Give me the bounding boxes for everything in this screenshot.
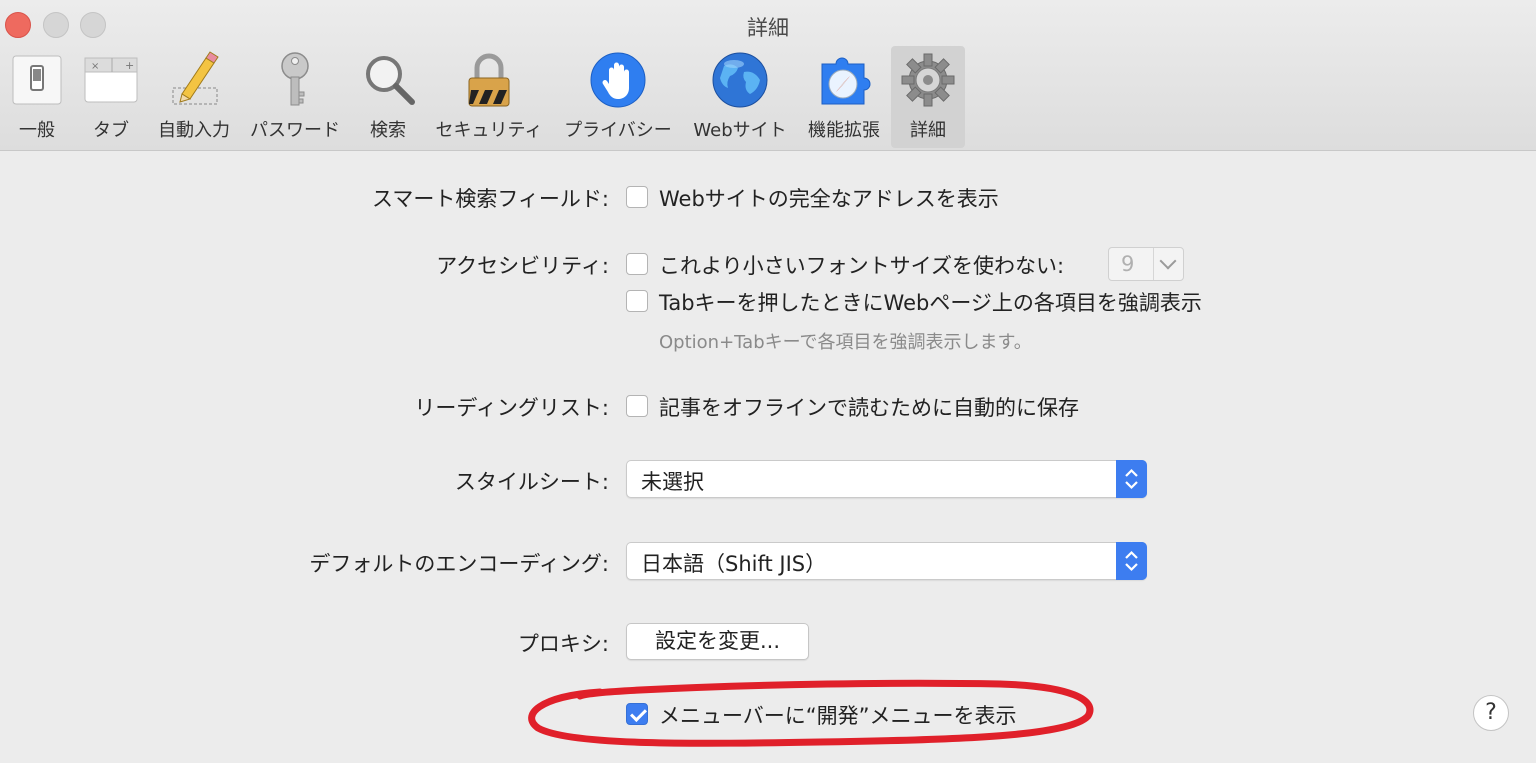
toolbar-label: 一般 xyxy=(19,120,55,141)
toolbar-item-advanced[interactable]: 詳細 xyxy=(891,46,965,148)
toolbar-item-search[interactable]: 検索 xyxy=(356,46,420,148)
svg-text:×: × xyxy=(91,61,99,72)
magnifier-icon xyxy=(366,56,415,105)
toolbar-item-websites[interactable]: Webサイト xyxy=(688,46,792,148)
change-settings-button[interactable]: 設定を変更... xyxy=(626,623,809,660)
toolbar-item-autofill[interactable]: 自動入力 xyxy=(153,46,235,148)
font-size-popup[interactable]: 9 xyxy=(1108,247,1184,281)
save-offline-text: 記事をオフラインで読むために自動的に保存 xyxy=(659,396,1079,420)
style-sheet-value: 未選択 xyxy=(641,470,704,494)
puzzle-compass-icon xyxy=(821,57,871,105)
style-sheet-label: スタイルシート: xyxy=(454,470,609,494)
show-develop-menu-text: メニューバーに“開発”メニューを表示 xyxy=(659,704,1017,728)
toolbar-label: Webサイト xyxy=(693,120,787,141)
switch-icon xyxy=(12,55,62,105)
toolbar-item-tabs[interactable]: × + タブ xyxy=(80,46,142,148)
show-full-address-text: Webサイトの完全なアドレスを表示 xyxy=(659,187,999,211)
divider xyxy=(1153,248,1154,280)
min-font-size-text: これより小さいフォントサイズを使わない: xyxy=(659,254,1065,278)
style-sheet-select[interactable]: 未選択 xyxy=(626,460,1147,498)
tabs-icon: × + xyxy=(84,57,138,103)
up-down-arrows-icon xyxy=(1116,460,1147,498)
toolbar-label: 詳細 xyxy=(910,120,946,141)
default-encoding-select[interactable]: 日本語（Shift JIS） xyxy=(626,542,1147,580)
save-offline-checkbox[interactable] xyxy=(626,395,648,417)
toolbar-label: パスワード xyxy=(250,120,340,141)
toolbar-label: セキュリティ xyxy=(435,120,543,141)
smart-search-label: スマート検索フィールド: xyxy=(371,187,609,211)
help-button[interactable]: ? xyxy=(1473,695,1509,731)
hand-icon xyxy=(590,52,646,108)
tab-highlight-note: Option+Tabキーで各項目を強調表示します。 xyxy=(659,332,1032,353)
up-down-arrows-icon xyxy=(1116,542,1147,580)
show-full-address-checkbox[interactable] xyxy=(626,186,648,208)
min-font-size-checkbox[interactable] xyxy=(626,253,648,275)
toolbar-item-privacy[interactable]: プライバシー xyxy=(558,46,678,148)
pencil-icon xyxy=(172,51,219,105)
toolbar-item-extensions[interactable]: 機能拡張 xyxy=(802,46,886,148)
toolbar-label: 自動入力 xyxy=(158,120,230,141)
toolbar-label: 機能拡張 xyxy=(808,120,880,141)
toolbar-label: 検索 xyxy=(370,120,406,141)
accessibility-label: アクセシビリティ: xyxy=(436,254,609,278)
proxy-label: プロキシ: xyxy=(517,632,609,656)
window-title: 詳細 xyxy=(747,16,789,40)
window-toolbar: 詳細 一般 × + タブ 自動入力 パスワード 検索 セキュリティ プライバシー… xyxy=(0,0,1536,151)
show-develop-menu-checkbox[interactable] xyxy=(626,703,648,725)
toolbar-label: プライバシー xyxy=(564,120,672,141)
globe-icon xyxy=(712,52,768,108)
tab-highlight-text: Tabキーを押したときにWebページ上の各項目を強調表示 xyxy=(659,291,1202,315)
encoding-value: 日本語（Shift JIS） xyxy=(641,552,827,576)
key-icon xyxy=(281,52,309,106)
reading-list-label: リーディングリスト: xyxy=(414,396,609,420)
chevron-down-icon xyxy=(1159,252,1177,270)
gear-icon xyxy=(901,53,955,107)
toolbar-item-passwords[interactable]: パスワード xyxy=(245,46,345,148)
default-encoding-label: デフォルトのエンコーディング: xyxy=(309,552,609,576)
font-size-value: 9 xyxy=(1121,252,1135,276)
svg-text:+: + xyxy=(125,59,134,72)
toolbar-item-security[interactable]: セキュリティ xyxy=(430,46,548,148)
toolbar-label: タブ xyxy=(93,120,129,141)
toolbar-item-general[interactable]: 一般 xyxy=(4,46,70,148)
padlock-icon xyxy=(468,53,510,107)
tab-highlight-checkbox[interactable] xyxy=(626,290,648,312)
